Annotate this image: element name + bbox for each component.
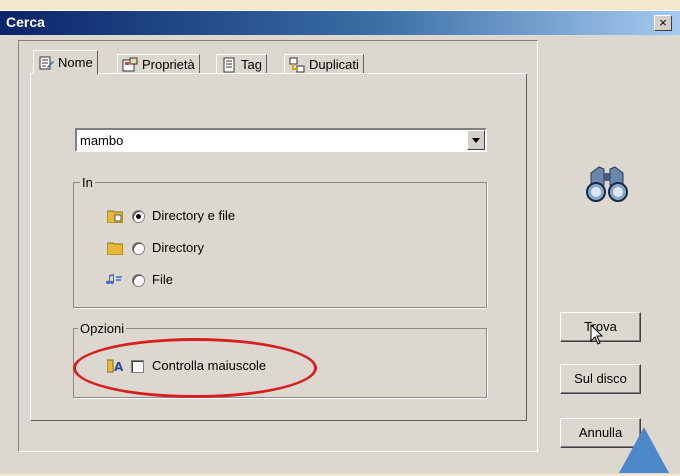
- search-name-value: mambo: [80, 133, 124, 148]
- radio-directory-e-file[interactable]: [132, 210, 145, 223]
- tab-tag-label: Tag: [241, 57, 262, 72]
- highlight-annotation: [73, 338, 317, 398]
- title-bar: Cerca ×: [0, 11, 680, 35]
- chevron-down-icon[interactable]: [467, 130, 485, 150]
- tab-duplicati-label: Duplicati: [309, 57, 359, 72]
- radio-directory[interactable]: [132, 242, 145, 255]
- properties-icon: [122, 57, 138, 73]
- folder-icon: [106, 241, 124, 258]
- folder-file-icon: [106, 209, 124, 226]
- radio-directory-e-file-label: Directory e file: [152, 208, 236, 223]
- tag-document-icon: [221, 57, 237, 73]
- window-title: Cerca: [6, 14, 45, 30]
- tab-nome[interactable]: Nome: [33, 50, 98, 75]
- options-group-label: Opzioni: [78, 321, 127, 336]
- tab-nome-label: Nome: [58, 55, 93, 70]
- document-edit-icon: [38, 55, 54, 71]
- search-name-combobox[interactable]: mambo: [75, 128, 487, 152]
- in-group-label: In: [80, 175, 95, 190]
- on-disk-button[interactable]: Sul disco: [560, 364, 641, 394]
- mouse-pointer-icon: [590, 323, 604, 349]
- on-disk-button-label: Sul disco: [574, 371, 627, 386]
- close-icon: ×: [659, 15, 667, 30]
- tab-tag[interactable]: Tag: [216, 54, 267, 75]
- cancel-button-label: Annulla: [578, 425, 623, 440]
- binoculars-icon: [585, 165, 629, 206]
- tab-proprieta-label: Proprietà: [142, 57, 195, 72]
- close-button[interactable]: ×: [654, 15, 672, 31]
- radio-directory-label: Directory: [152, 240, 205, 255]
- corner-triangle-icon: [619, 427, 669, 476]
- tab-proprieta[interactable]: Proprietà: [117, 54, 200, 75]
- duplicates-icon: [289, 57, 305, 73]
- radio-file[interactable]: [132, 274, 145, 287]
- radio-file-label: File: [152, 272, 173, 287]
- tab-duplicati[interactable]: Duplicati: [284, 54, 364, 75]
- music-file-icon: [105, 273, 123, 290]
